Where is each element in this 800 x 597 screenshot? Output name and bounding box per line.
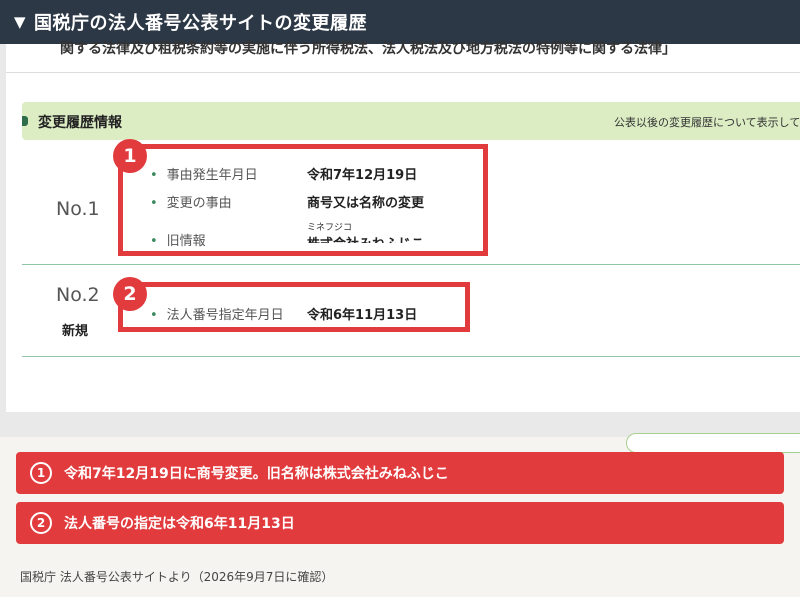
history-section-header: 変更履歴情報 公表以後の変更履歴について表示してい [22,102,800,140]
entry-number: No.1 [56,198,100,220]
entry-new-label: 新規 [62,324,89,339]
callout-2: 2 法人番号の指定は令和6年11月13日 [16,502,784,544]
website-screenshot: 関する法律及び租税条約等の実施に伴う所得税法、法人税法及び地方税法の特例等に関す… [0,41,800,437]
entry-number: No.2 [56,284,100,306]
cropped-button-edge [626,433,800,453]
collapse-triangle-icon[interactable]: ▼ [14,13,26,31]
number-badge-2: 2 [113,277,147,311]
row-divider [22,264,800,265]
callout-text: 令和7年12月19日に商号変更。旧名称は株式会社みねふじこ [64,466,449,482]
history-section-title: 変更履歴情報 [38,115,122,131]
section-marker-icon [22,116,28,126]
callout-text: 法人番号の指定は令和6年11月13日 [64,516,295,532]
callout-number-icon: 2 [30,512,52,534]
highlight-box-2 [118,282,470,332]
divider [6,72,800,73]
source-caption: 国税庁 法人番号公表サイトより（2026年9月7日に確認） [20,570,334,584]
highlight-box-1 [118,144,488,256]
number-badge-1: 1 [113,139,147,173]
cut-off-text: 関する法律及び租税条約等の実施に伴う所得税法、法人税法及び地方税法の特例等に関す… [60,41,676,57]
callout-1: 1 令和7年12月19日に商号変更。旧名称は株式会社みねふじこ [16,452,784,494]
history-section-note: 公表以後の変更履歴について表示してい [614,116,800,129]
section-header-title: 国税庁の法人番号公表サイトの変更履歴 [34,13,368,34]
callout-number-icon: 1 [30,462,52,484]
row-divider [22,356,800,357]
